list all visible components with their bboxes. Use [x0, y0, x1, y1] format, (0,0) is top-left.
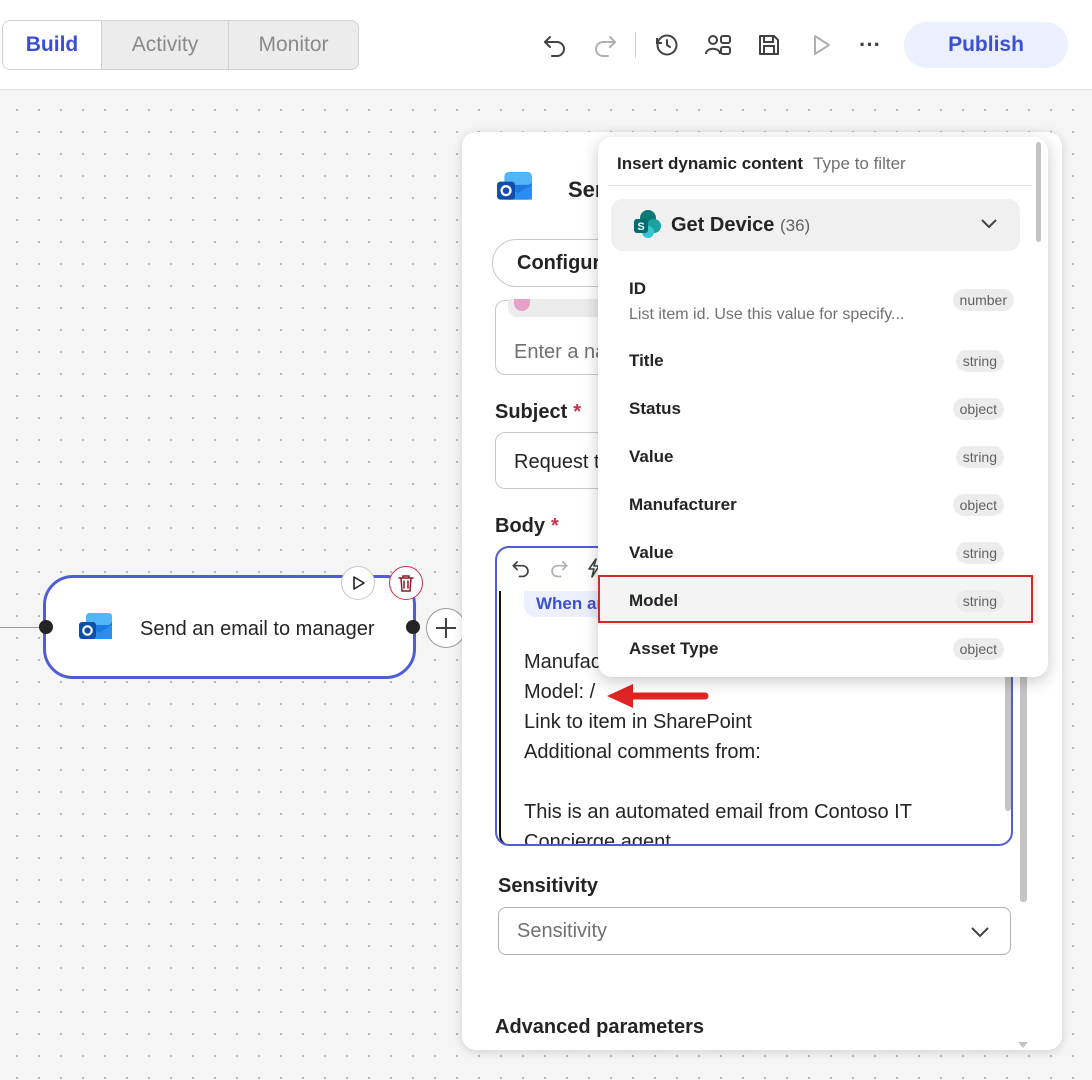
- filter-input[interactable]: Type to filter: [813, 154, 906, 173]
- list-item[interactable]: Value string: [598, 529, 1038, 577]
- publish-button[interactable]: Publish: [904, 22, 1068, 68]
- tab-monitor[interactable]: Monitor: [229, 21, 358, 69]
- body-label: Body *: [495, 515, 559, 537]
- popup-scrollbar[interactable]: [1036, 142, 1041, 242]
- body-line: Model: /: [524, 681, 596, 703]
- group-name: Get Device (36): [671, 214, 811, 236]
- list-item[interactable]: Value string: [598, 433, 1038, 481]
- outlook-icon: [78, 611, 114, 650]
- scroll-down-icon[interactable]: [1017, 1036, 1029, 1050]
- to-input[interactable]: Enter a na: [514, 341, 606, 364]
- body-line: Additional comments from:: [524, 741, 761, 763]
- subject-label: Subject *: [495, 401, 582, 423]
- type-badge: object: [952, 494, 1004, 516]
- advanced-parameters-label[interactable]: Advanced parameters: [495, 1016, 704, 1039]
- divider: [608, 185, 1032, 186]
- type-badge: object: [952, 638, 1004, 660]
- avatar: [514, 299, 530, 311]
- sharepoint-icon: S: [633, 209, 663, 244]
- arrow-annotation-icon: [605, 682, 709, 715]
- tab-build[interactable]: Build: [3, 21, 102, 69]
- type-badge: number: [952, 289, 1014, 311]
- body-line: Manufac: [524, 651, 601, 673]
- list-item[interactable]: Manufacturer object: [598, 481, 1038, 529]
- add-step-button[interactable]: [426, 608, 466, 648]
- redo-icon[interactable]: [590, 30, 620, 60]
- list-item[interactable]: Asset Type object: [598, 625, 1038, 673]
- node-title: Send an email to manager: [140, 618, 375, 640]
- undo-icon[interactable]: [540, 30, 570, 60]
- dynamic-content-popup: Insert dynamic content Type to filter S G…: [598, 137, 1048, 677]
- toolbar-separator: [635, 32, 636, 58]
- mode-tabs: Build Activity Monitor: [2, 20, 359, 70]
- run-node-button[interactable]: [341, 566, 375, 600]
- type-badge: string: [955, 350, 1004, 372]
- chevron-down-icon: [970, 922, 990, 945]
- group-get-device[interactable]: S Get Device (36): [611, 199, 1020, 251]
- node-input-port[interactable]: [39, 620, 53, 634]
- svg-text:S: S: [637, 221, 644, 233]
- body-line: This is an automated email from Contoso …: [524, 801, 912, 823]
- flow-checker-icon[interactable]: [703, 30, 733, 60]
- node-output-port[interactable]: [406, 620, 420, 634]
- history-icon[interactable]: [652, 30, 682, 60]
- type-badge: object: [952, 398, 1004, 420]
- top-bar: Build Activity Monitor ··· Publish: [0, 0, 1092, 90]
- redo-icon[interactable]: [549, 558, 569, 583]
- list-item[interactable]: Status object: [598, 385, 1038, 433]
- play-icon[interactable]: [806, 30, 836, 60]
- body-line: Concierge agent: [524, 831, 671, 846]
- outlook-icon: [496, 170, 534, 211]
- popup-header: Insert dynamic content Type to filter: [617, 154, 906, 173]
- list-item[interactable]: Title string: [598, 337, 1038, 385]
- tab-activity[interactable]: Activity: [102, 21, 229, 69]
- type-badge: string: [955, 446, 1004, 468]
- undo-icon[interactable]: [511, 558, 531, 583]
- sensitivity-select[interactable]: Sensitivity: [498, 907, 1011, 955]
- highlight-annotation: [598, 575, 1033, 623]
- save-icon[interactable]: [754, 30, 784, 60]
- delete-node-button[interactable]: [389, 566, 423, 600]
- chevron-down-icon: [980, 217, 998, 235]
- type-badge: string: [955, 542, 1004, 564]
- sensitivity-label: Sensitivity: [498, 875, 599, 897]
- more-icon[interactable]: ···: [855, 30, 885, 60]
